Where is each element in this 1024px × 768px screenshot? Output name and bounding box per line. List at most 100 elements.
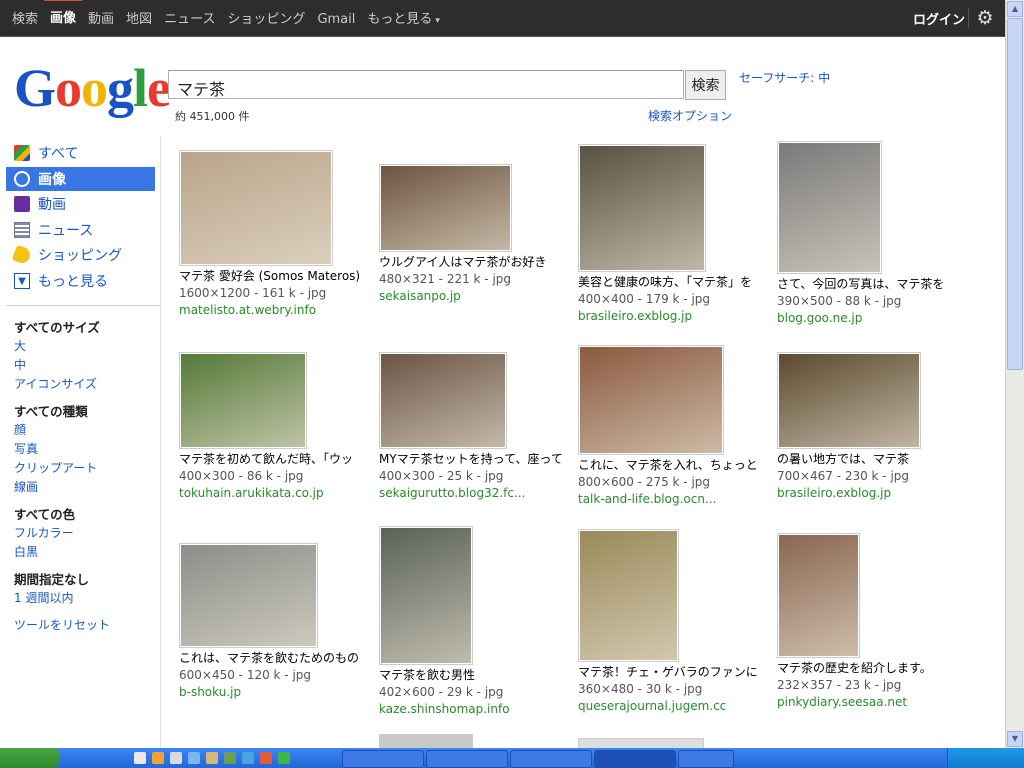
result-source[interactable]: queserajournal.jugem.cc bbox=[578, 698, 773, 715]
quicklaunch-icon[interactable] bbox=[206, 752, 218, 764]
topnav-more[interactable]: もっと見る ▾ bbox=[361, 0, 446, 36]
quicklaunch-icon[interactable] bbox=[242, 752, 254, 764]
result-thumbnail[interactable] bbox=[379, 352, 507, 449]
result-caption[interactable]: さて、今回の写真は、マテ茶を bbox=[777, 276, 972, 293]
taskbar-window-button[interactable] bbox=[426, 750, 508, 768]
result-caption[interactable]: の暑い地方では、マテ茶 bbox=[777, 451, 972, 468]
quicklaunch-icon[interactable] bbox=[260, 752, 272, 764]
image-result[interactable]: 美容と健康の味方、「マテ茶」を 400×400 - 179 k - jpg br… bbox=[578, 144, 773, 325]
taskbar-window-button[interactable] bbox=[342, 750, 424, 768]
filter-type-clipart[interactable]: クリップアート bbox=[0, 459, 160, 478]
topnav-images[interactable]: 画像 bbox=[44, 0, 83, 37]
filter-color-full[interactable]: フルカラー bbox=[0, 524, 160, 543]
image-result[interactable]: さて、今回の写真は、マテ茶を 390×500 - 88 k - jpg blog… bbox=[777, 141, 972, 327]
result-source[interactable]: tokuhain.arukikata.co.jp bbox=[179, 485, 374, 502]
sidebar-item-news[interactable]: ニュース bbox=[0, 218, 160, 242]
topnav-gmail[interactable]: Gmail bbox=[311, 0, 361, 36]
scroll-up-icon[interactable]: ▲ bbox=[1007, 1, 1023, 17]
result-caption[interactable]: マテ茶 愛好会 (Somos Materos) bbox=[179, 268, 374, 285]
result-source[interactable]: brasileiro.exblog.jp bbox=[578, 308, 773, 325]
quicklaunch-icon[interactable] bbox=[170, 752, 182, 764]
login-link[interactable]: ログイン bbox=[913, 0, 965, 36]
image-result[interactable]: これは、マテ茶を飲むためのもの 600×450 - 120 k - jpg b-… bbox=[179, 543, 374, 701]
result-caption[interactable]: マテ茶！チェ・ゲバラのファンに bbox=[578, 664, 773, 681]
result-caption[interactable]: これは、マテ茶を飲むためのもの bbox=[179, 650, 374, 667]
topnav-news[interactable]: ニュース bbox=[158, 0, 221, 36]
quicklaunch-icon[interactable] bbox=[134, 752, 146, 764]
image-result[interactable]: ウルグアイ人はマテ茶がお好き 480×321 - 221 k - jpg sek… bbox=[379, 164, 574, 305]
scroll-down-icon[interactable]: ▼ bbox=[1007, 731, 1023, 747]
result-source[interactable]: kaze.shinshomap.info bbox=[379, 701, 574, 718]
safe-search-link[interactable]: セーフサーチ: 中 bbox=[739, 69, 830, 86]
google-logo[interactable]: Google bbox=[14, 58, 171, 118]
topnav-shopping[interactable]: ショッピング bbox=[221, 0, 311, 36]
result-source[interactable]: talk-and-life.blog.ocn... bbox=[578, 491, 773, 508]
result-thumbnail[interactable] bbox=[578, 345, 724, 455]
result-source[interactable]: pinkydiary.seesaa.net bbox=[777, 694, 972, 711]
sidebar-item-shopping[interactable]: ショッピング bbox=[0, 243, 160, 267]
filter-type-lineart[interactable]: 線画 bbox=[0, 478, 160, 497]
result-thumbnail[interactable] bbox=[578, 529, 679, 662]
quicklaunch-icon[interactable] bbox=[188, 752, 200, 764]
topnav-maps[interactable]: 地図 bbox=[120, 0, 158, 36]
filter-color-bw[interactable]: 白黒 bbox=[0, 543, 160, 562]
gear-icon[interactable]: ⚙ bbox=[968, 8, 995, 28]
quicklaunch-icon[interactable] bbox=[152, 752, 164, 764]
system-tray[interactable] bbox=[947, 748, 1024, 768]
result-caption[interactable]: マテ茶を飲む男性 bbox=[379, 667, 574, 684]
quicklaunch-icon[interactable] bbox=[278, 752, 290, 764]
filter-size-icon[interactable]: アイコンサイズ bbox=[0, 375, 160, 394]
image-result[interactable]: マテ茶！チェ・ゲバラのファンに 360×480 - 30 k - jpg que… bbox=[578, 529, 773, 715]
result-thumbnail[interactable] bbox=[379, 734, 473, 749]
search-button[interactable]: 検索 bbox=[685, 70, 726, 100]
result-thumbnail[interactable] bbox=[179, 543, 318, 648]
sidebar-item-all[interactable]: すべて bbox=[0, 141, 160, 165]
filter-size-medium[interactable]: 中 bbox=[0, 356, 160, 375]
sidebar-item-images[interactable]: 画像 bbox=[6, 166, 155, 191]
result-source[interactable]: brasileiro.exblog.jp bbox=[777, 485, 972, 502]
image-result[interactable]: マテ茶を初めて飲んだ時、「ウッ 400×300 - 86 k - jpg tok… bbox=[179, 352, 374, 502]
taskbar-window-button[interactable] bbox=[510, 750, 592, 768]
search-input[interactable]: マテ茶 bbox=[168, 70, 684, 99]
result-caption[interactable]: ウルグアイ人はマテ茶がお好き bbox=[379, 254, 574, 271]
topnav-videos[interactable]: 動画 bbox=[82, 0, 120, 36]
result-thumbnail[interactable] bbox=[777, 352, 921, 449]
result-caption[interactable]: 美容と健康の味方、「マテ茶」を bbox=[578, 274, 773, 291]
result-thumbnail[interactable] bbox=[379, 164, 512, 252]
image-result[interactable]: マテ茶 愛好会 (Somos Materos) 1600×1200 - 161 … bbox=[179, 150, 374, 319]
result-source[interactable]: matelisto.at.webry.info bbox=[179, 302, 374, 319]
image-result[interactable]: マテ茶の歴史を紹介します。 232×357 - 23 k - jpg pinky… bbox=[777, 533, 972, 711]
image-result[interactable]: マテ茶を飲む男性 402×600 - 29 k - jpg kaze.shins… bbox=[379, 526, 574, 718]
search-options-link[interactable]: 検索オプション bbox=[648, 107, 732, 124]
sidebar-item-videos[interactable]: 動画 bbox=[0, 192, 160, 216]
result-source[interactable]: sekaisanpo.jp bbox=[379, 288, 574, 305]
filter-time-week[interactable]: 1 週間以内 bbox=[0, 589, 160, 608]
result-thumbnail[interactable] bbox=[777, 533, 860, 658]
sidebar-item-more[interactable]: ▼ もっと見る bbox=[0, 269, 160, 293]
filter-size-large[interactable]: 大 bbox=[0, 337, 160, 356]
filter-type-photo[interactable]: 写真 bbox=[0, 440, 160, 459]
filter-type-face[interactable]: 顔 bbox=[0, 421, 160, 440]
result-thumbnail[interactable] bbox=[379, 526, 473, 665]
result-source[interactable]: blog.goo.ne.jp bbox=[777, 310, 972, 327]
result-thumbnail[interactable] bbox=[578, 144, 706, 272]
result-caption[interactable]: マテ茶を初めて飲んだ時、「ウッ bbox=[179, 451, 374, 468]
start-button[interactable] bbox=[0, 748, 60, 768]
result-thumbnail[interactable] bbox=[777, 141, 882, 274]
vertical-scrollbar[interactable]: ▲ ▼ bbox=[1005, 0, 1024, 748]
taskbar-window-button[interactable] bbox=[594, 750, 676, 768]
result-caption[interactable]: これに、マテ茶を入れ、ちょっと bbox=[578, 457, 773, 474]
result-thumbnail[interactable] bbox=[179, 352, 307, 449]
image-result[interactable]: これに、マテ茶を入れ、ちょっと 800×600 - 275 k - jpg ta… bbox=[578, 345, 773, 508]
image-result[interactable]: MYマテ茶セットを持って、座って 400×300 - 25 k - jpg se… bbox=[379, 352, 574, 502]
result-source[interactable]: sekaigurutto.blog32.fc... bbox=[379, 485, 574, 502]
quicklaunch-icon[interactable] bbox=[224, 752, 236, 764]
scrollbar-thumb[interactable] bbox=[1007, 18, 1023, 370]
result-thumbnail[interactable] bbox=[179, 150, 333, 266]
image-result[interactable]: の暑い地方では、マテ茶 700×467 - 230 k - jpg brasil… bbox=[777, 352, 972, 502]
topnav-search[interactable]: 検索 bbox=[6, 0, 44, 36]
reset-tools-link[interactable]: ツールをリセット bbox=[0, 616, 160, 635]
taskbar-window-button[interactable] bbox=[678, 750, 734, 768]
result-caption[interactable]: マテ茶の歴史を紹介します。 bbox=[777, 660, 972, 677]
result-caption[interactable]: MYマテ茶セットを持って、座って bbox=[379, 451, 574, 468]
